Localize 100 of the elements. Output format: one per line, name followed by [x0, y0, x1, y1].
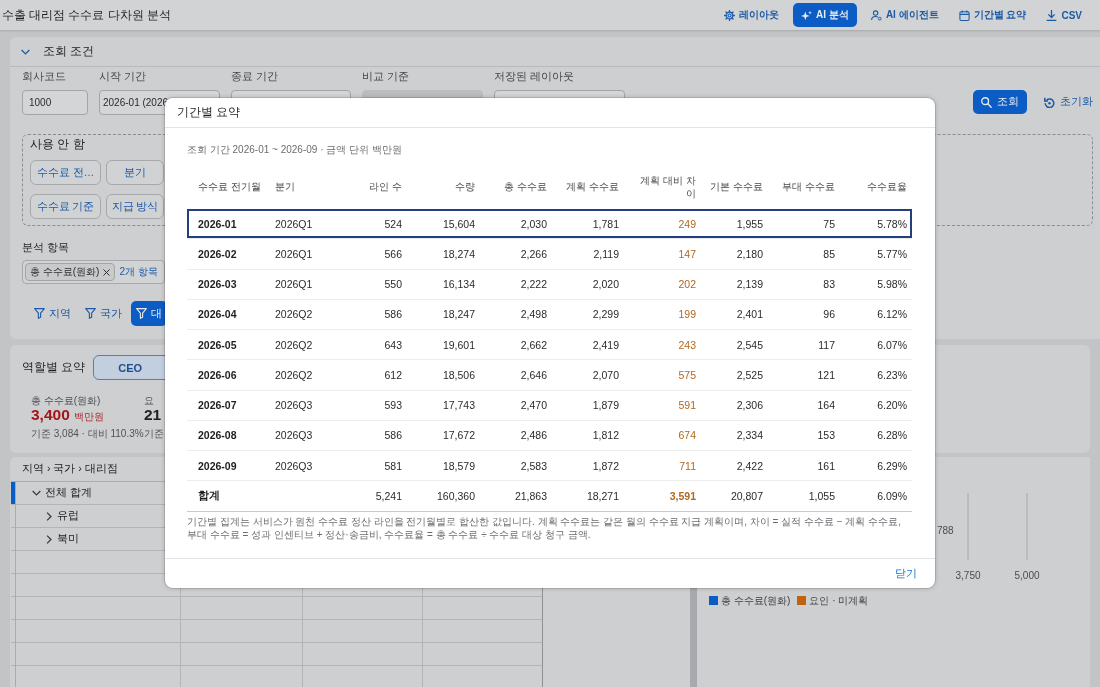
column-header[interactable]: 기본 수수료: [707, 180, 774, 193]
column-header[interactable]: 부대 수수료: [774, 180, 846, 193]
kpi-unit: 백만원: [73, 410, 104, 424]
segment-button[interactable]: CEO: [93, 355, 168, 380]
table-cell-text: 18,247: [441, 308, 476, 321]
data-label: 788: [937, 525, 954, 536]
table-cell-text: 586: [383, 429, 403, 442]
table-cell-text: 2026-01: [197, 217, 238, 230]
table-cell-text: 2026-07: [197, 399, 238, 412]
axis-label: 3,750: [955, 570, 981, 581]
token-chip[interactable]: 총 수수료(원화): [25, 263, 116, 281]
toolbar-button[interactable]: 기간별 요약: [952, 3, 1033, 27]
table-cell-text: 17,743: [441, 399, 476, 412]
table-row[interactable]: 2026-03 2026Q1 550 16,134 2,222 2,020 202 2,139 83 5.98%: [187, 269, 912, 300]
table-row[interactable]: 2026-08 2026Q3 586 17,672 2,486 1,812 674 2,334 153 6.28%: [187, 420, 912, 451]
table-cell-text: 643: [383, 338, 403, 351]
column-header[interactable]: 수수료율: [846, 180, 912, 193]
reset-button[interactable]: 초기화: [1044, 95, 1093, 109]
table-cell-text: 1,955: [735, 217, 764, 230]
kpi-note: 기준: [144, 427, 164, 440]
table-cell-text: 2,646: [519, 368, 548, 381]
toolbar-button[interactable]: CSV: [1040, 3, 1088, 27]
table-cell-text: 2026Q2: [274, 368, 314, 381]
table-cell-text: 2026-03: [197, 278, 238, 291]
filter-button[interactable]: 대: [131, 301, 167, 326]
table-row[interactable]: 2026-06 2026Q2 612 18,506 2,646 2,070 575 2,525 121 6.23%: [187, 360, 912, 391]
table-cell-text: 6.07%: [876, 338, 908, 351]
close-icon[interactable]: [103, 268, 111, 276]
column-header[interactable]: 계획 수수료: [558, 180, 630, 193]
tree-header: 지역 › 국가 › 대리점: [22, 462, 118, 476]
table-cell-text: 2,525: [735, 368, 764, 381]
column-header[interactable]: 계획 대비 차이: [630, 173, 707, 200]
toolbar-button[interactable]: AI 분석: [793, 3, 857, 27]
table-cell-text: 2,222: [519, 278, 548, 291]
group-title: 사용 안 함: [30, 137, 85, 151]
table-cell-text: 249: [677, 217, 697, 230]
table-cell-text: 83: [822, 278, 836, 291]
table-cell-text: 2026Q1: [274, 217, 314, 230]
person-icon: [870, 9, 882, 21]
dimension-chip[interactable]: 분기: [106, 160, 164, 185]
table-cell-text: 85: [822, 247, 836, 260]
table-cell-text: 2,119: [592, 247, 620, 260]
table-cell-text: 6.23%: [876, 368, 908, 381]
table-cell-text: 2026Q3: [274, 459, 314, 472]
tree-item[interactable]: 유럽: [11, 505, 85, 527]
chevron-down-icon[interactable]: [32, 490, 41, 496]
column-header[interactable]: 분기: [264, 180, 340, 193]
table-cell-text: 2026Q2: [274, 338, 314, 351]
toolbar-button[interactable]: 레이아웃: [718, 3, 786, 27]
table-row[interactable]: 2026-01 2026Q1 524 15,604 2,030 1,781 249 1,955 75 5.78%: [187, 209, 912, 240]
chevron-right-icon[interactable]: [45, 511, 52, 521]
table-row[interactable]: 2026-09 2026Q3 581 18,579 2,583 1,872 711 2,422 161 6.29%: [187, 451, 912, 482]
footnote-text: 기간별 집계는 서비스가 원천 수수료 정산 라인을 전기월별로 합산한 값입니다. 계획 수수료는 같은 월의 수수료 지급 계획이며, 차이 = 실적 수수료 − 계획 수수료, 부대 수수료 = 성과 인센티브 + 정산·송금비, 수수료율 = 총 수수료 ÷ 수수료 대상 청구 금액.: [187, 514, 902, 541]
column-header[interactable]: 총 수수료: [486, 180, 558, 193]
chevron-right-icon[interactable]: [45, 534, 52, 544]
table-row[interactable]: 2026-02 2026Q1 566 18,274 2,266 2,119 147 2,180 85 5.77%: [187, 239, 912, 270]
field-label: 종료 기간: [231, 70, 278, 83]
dimension-chip[interactable]: 수수료 전…: [30, 160, 101, 185]
dialog-subtitle: 조회 기간 2026-01 ~ 2026-09 · 금액 단위 백만원: [187, 143, 402, 157]
table-cell-text: 2026Q3: [274, 429, 314, 442]
table-row[interactable]: 2026-07 2026Q3 593 17,743 2,470 1,879 591 2,306 164 6.20%: [187, 390, 912, 421]
token-input-field[interactable]: 총 수수료(원화) 2개 항목: [22, 260, 165, 284]
column-header[interactable]: 수량: [413, 180, 486, 193]
table-row[interactable]: 2026-04 2026Q2 586 18,247 2,498 2,299 199 2,401 96 6.12%: [187, 299, 912, 330]
filter-button[interactable]: 지역: [29, 301, 76, 326]
column-header[interactable]: 수수료 전기월: [187, 180, 264, 193]
table-cell-text: 19,601: [441, 338, 476, 351]
table-cell-text: 5.77%: [876, 247, 908, 260]
toolbar-button[interactable]: AI 에이전트: [864, 3, 945, 27]
tree-item[interactable]: 북미: [11, 528, 85, 550]
input-field[interactable]: 1000: [22, 90, 88, 115]
chevron-down-icon[interactable]: [21, 48, 30, 55]
dimension-chip[interactable]: 수수료 기준: [30, 194, 101, 219]
kpi-value: 3,400: [31, 407, 70, 423]
table-cell-text: 674: [677, 429, 697, 442]
table-cell-text: 2,486: [519, 429, 548, 442]
table-cell-text: 96: [822, 308, 836, 321]
tree-item[interactable]: 전체 합계: [11, 482, 98, 504]
table-cell-text: 593: [383, 399, 403, 412]
table-cell-text: 147: [677, 247, 697, 260]
search-button[interactable]: 조회: [973, 90, 1027, 114]
close-button[interactable]: 닫기: [893, 564, 919, 583]
table-row[interactable]: 2026-05 2026Q2 643 19,601 2,662 2,419 243 2,545 117 6.07%: [187, 330, 912, 361]
table-cell-text: 2,070: [591, 368, 620, 381]
table-cell-text: 6.20%: [876, 399, 908, 412]
funnel-icon: [34, 308, 45, 319]
table-cell-text: 2026Q3: [274, 399, 314, 412]
funnel-icon: [85, 308, 96, 319]
column-header[interactable]: 라인 수: [340, 180, 413, 193]
field-label: 시작 기간: [99, 70, 146, 83]
more-link[interactable]: 2개 항목: [119, 265, 158, 279]
table-cell-text: 5.78%: [876, 217, 908, 230]
table-cell-text: 2026Q1: [274, 247, 314, 260]
kpi-label: 요: [144, 395, 154, 407]
search-icon: [981, 96, 992, 108]
dimension-chip[interactable]: 지급 방식: [106, 194, 164, 219]
table-cell-text: 2,419: [591, 338, 620, 351]
table-cell-text: 1,812: [591, 429, 620, 442]
filter-button[interactable]: 국가: [80, 301, 127, 326]
field-label: 분석 항목: [22, 241, 69, 253]
